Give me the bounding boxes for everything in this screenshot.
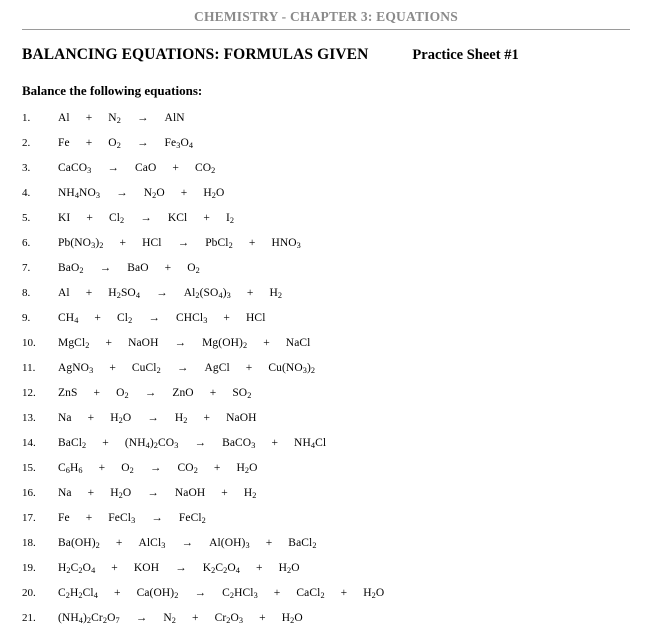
equation-number: 15. <box>22 462 36 474</box>
equation-row: 7. BaO2 → BaO + O2 <box>0 262 652 287</box>
equation-formula: ZnS + O2 → ZnO + SO2 <box>58 387 252 400</box>
equation-row: 10. MgCl2 + NaOH → Mg(OH)2 + NaCl <box>0 337 652 362</box>
equation-formula: Ba(OH)2 + AlCl3 → Al(OH)3 + BaCl2 <box>58 537 317 550</box>
equation-number: 4. <box>22 187 31 199</box>
equation-row: 11. AgNO3 + CuCl2 → AgCl + Cu(NO3)2 <box>0 362 652 387</box>
equation-formula: Al + N2 → AlN <box>58 112 185 125</box>
equation-row: 12. ZnS + O2 → ZnO + SO2 <box>0 387 652 412</box>
equation-row: 21. (NH4)2Cr2O7 → N2 + Cr2O3 + H2O <box>0 612 652 637</box>
equation-row: 14. BaCl2 + (NH4)2CO3 → BaCO3 + NH4Cl <box>0 437 652 462</box>
equation-row: 1. Al + N2 → AlN <box>0 112 652 137</box>
equation-row: 17. Fe + FeCl3 → FeCl2 <box>0 512 652 537</box>
equation-formula: MgCl2 + NaOH → Mg(OH)2 + NaCl <box>58 337 311 350</box>
equation-formula: Fe + O2 → Fe3O4 <box>58 137 194 150</box>
equation-formula: NH4NO3 → N2O + H2O <box>58 187 225 200</box>
equation-row: 6. Pb(NO3)2 + HCl → PbCl2 + HNO3 <box>0 237 652 262</box>
equation-row: 13. Na + H2O → H2 + NaOH <box>0 412 652 437</box>
equation-formula: CaCO3 → CaO + CO2 <box>58 162 216 175</box>
equation-formula: Na + H2O → NaOH + H2 <box>58 487 257 500</box>
equation-number: 18. <box>22 537 36 549</box>
equation-number: 16. <box>22 487 36 499</box>
title-row: BALANCING EQUATIONS: FORMULAS GIVEN Prac… <box>22 46 652 64</box>
equation-formula: (NH4)2Cr2O7 → N2 + Cr2O3 + H2O <box>58 612 303 625</box>
equation-number: 13. <box>22 412 36 424</box>
equation-row: 16. Na + H2O → NaOH + H2 <box>0 487 652 512</box>
instruction-text: Balance the following equations: <box>22 83 203 98</box>
equation-row: 9. CH4 + Cl2 → CHCl3 + HCl <box>0 312 652 337</box>
equation-row: 15. C6H6 + O2 → CO2 + H2O <box>0 462 652 487</box>
equation-number: 6. <box>22 237 31 249</box>
equation-formula: Na + H2O → H2 + NaOH <box>58 412 257 425</box>
equation-number: 11. <box>22 362 36 374</box>
equation-formula: BaO2 → BaO + O2 <box>58 262 200 275</box>
equation-row: 4. NH4NO3 → N2O + H2O <box>0 187 652 212</box>
equation-list: 1. Al + N2 → AlN 2. Fe + O2 → Fe3O4 3. CaCO3 → CaO + CO2 4… <box>0 112 652 637</box>
equation-formula: Al + H2SO4 → Al2(SO4)3 + H2 <box>58 287 283 300</box>
equation-number: 7. <box>22 262 31 274</box>
equation-row: 19. H2C2O4 + KOH → K2C2O4 + H2O <box>0 562 652 587</box>
equation-number: 1. <box>22 112 31 124</box>
equation-row: 5. KI + Cl2 → KCl + I2 <box>0 212 652 237</box>
equation-number: 20. <box>22 587 36 599</box>
equation-formula: Fe + FeCl3 → FeCl2 <box>58 512 206 525</box>
equation-number: 10. <box>22 337 36 349</box>
equation-row: 3. CaCO3 → CaO + CO2 <box>0 162 652 187</box>
equation-number: 12. <box>22 387 36 399</box>
equation-number: 17. <box>22 512 36 524</box>
equation-formula: BaCl2 + (NH4)2CO3 → BaCO3 + NH4Cl <box>58 437 327 450</box>
equation-number: 21. <box>22 612 36 624</box>
equation-formula: H2C2O4 + KOH → K2C2O4 + H2O <box>58 562 300 575</box>
equation-row: 2. Fe + O2 → Fe3O4 <box>0 137 652 162</box>
equation-number: 3. <box>22 162 31 174</box>
equation-row: 8. Al + H2SO4 → Al2(SO4)3 + H2 <box>0 287 652 312</box>
running-header-title: CHEMISTRY - CHAPTER 3: EQUATIONS <box>194 9 458 24</box>
equation-formula: KI + Cl2 → KCl + I2 <box>58 212 235 225</box>
equation-row: 18. Ba(OH)2 + AlCl3 → Al(OH)3 + BaCl2 <box>0 537 652 562</box>
equation-number: 14. <box>22 437 36 449</box>
equation-number: 5. <box>22 212 31 224</box>
practice-sheet-label: Practice Sheet #1 <box>412 47 519 63</box>
equation-number: 19. <box>22 562 36 574</box>
equation-number: 8. <box>22 287 31 299</box>
equation-formula: Pb(NO3)2 + HCl → PbCl2 + HNO3 <box>58 237 301 250</box>
equation-number: 2. <box>22 137 31 149</box>
equation-formula: AgNO3 + CuCl2 → AgCl + Cu(NO3)2 <box>58 362 316 375</box>
header-divider <box>22 29 630 30</box>
equation-formula: CH4 + Cl2 → CHCl3 + HCl <box>58 312 266 325</box>
equation-formula: C6H6 + O2 → CO2 + H2O <box>58 462 258 475</box>
equation-formula: C2H2Cl4 + Ca(OH)2 → C2HCl3 + CaCl2 + H2O <box>58 587 385 600</box>
page-title: BALANCING EQUATIONS: FORMULAS GIVEN <box>22 46 369 63</box>
equation-number: 9. <box>22 312 31 324</box>
equation-row: 20. C2H2Cl4 + Ca(OH)2 → C2HCl3 + CaCl2 + H2O <box>0 587 652 612</box>
